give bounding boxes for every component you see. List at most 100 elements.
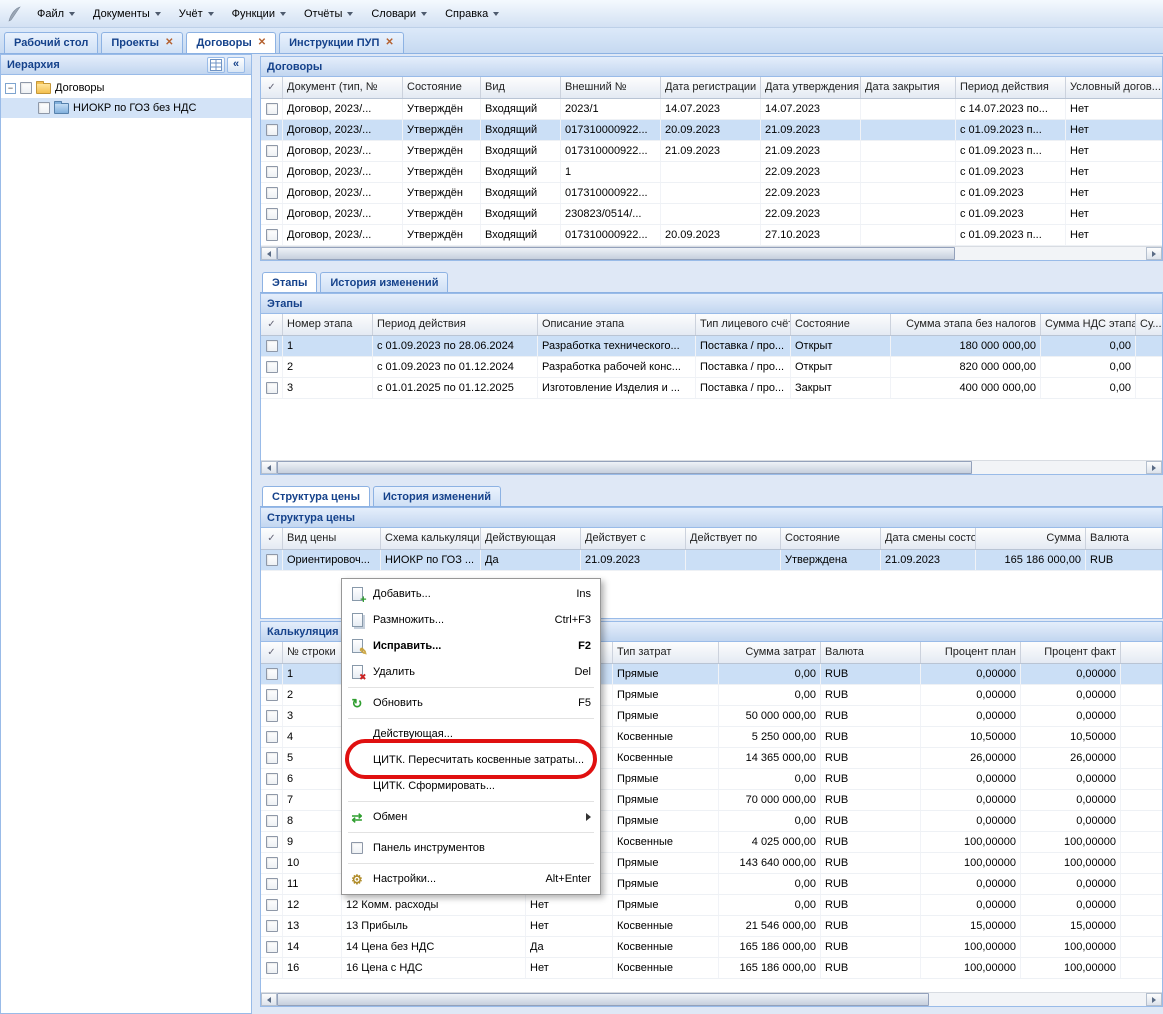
table-row[interactable]: 2с 01.09.2023 по 01.12.2024Разработка ра… — [261, 357, 1162, 378]
column-header[interactable]: Действующая — [481, 528, 581, 549]
row-checkbox[interactable] — [266, 340, 278, 352]
context-menu-item[interactable]: ЦИТК. Сформировать... — [342, 773, 600, 799]
tab[interactable]: Договоры✕ — [186, 32, 276, 53]
column-header[interactable]: Схема калькуляци — [381, 528, 481, 549]
row-checkbox[interactable] — [266, 166, 278, 178]
table-row[interactable]: Договор, 2023/...УтверждёнВходящий017310… — [261, 141, 1162, 162]
context-menu-item[interactable]: Действующая... — [342, 721, 600, 747]
column-header[interactable]: Су... — [1136, 314, 1162, 335]
tab[interactable]: История изменений — [320, 272, 448, 292]
context-menu-item[interactable]: Панель инструментов — [342, 835, 600, 861]
table-row[interactable]: 3с 01.01.2025 по 01.12.2025Изготовление … — [261, 378, 1162, 399]
tab-close-icon[interactable]: ✕ — [385, 38, 393, 48]
panel-splitter[interactable] — [252, 54, 260, 1014]
context-menu-item[interactable]: Исправить...F2 — [342, 633, 600, 659]
column-header[interactable]: Процент факт — [1021, 642, 1121, 663]
scrollbar-track[interactable] — [277, 461, 1146, 474]
table-row[interactable]: Договор, 2023/...УтверждёнВходящий2023/1… — [261, 99, 1162, 120]
row-checkbox[interactable] — [266, 208, 278, 220]
scrollbar-thumb[interactable] — [277, 247, 955, 260]
tab[interactable]: История изменений — [373, 486, 501, 506]
expander-minus-icon[interactable]: − — [5, 83, 16, 94]
context-menu-item[interactable]: Размножить...Ctrl+F3 — [342, 607, 600, 633]
row-checkbox[interactable] — [266, 554, 278, 566]
select-all-header[interactable]: ✓ — [261, 314, 283, 335]
menubar-item[interactable]: Словари — [362, 4, 436, 24]
scrollbar-track[interactable] — [277, 993, 1146, 1006]
table-row[interactable]: 1414 Цена без НДСДаКосвенные165 186 000,… — [261, 937, 1162, 958]
column-header[interactable]: Вид цены — [283, 528, 381, 549]
row-checkbox[interactable] — [266, 941, 278, 953]
tab[interactable]: Инструкции ПУП✕ — [279, 32, 404, 53]
column-header[interactable]: Номер этапа — [283, 314, 373, 335]
row-checkbox[interactable] — [266, 229, 278, 241]
row-checkbox[interactable] — [266, 361, 278, 373]
menubar-item[interactable]: Справка — [436, 4, 508, 24]
row-checkbox[interactable] — [266, 773, 278, 785]
table-row[interactable]: Договор, 2023/...УтверждёнВходящий017310… — [261, 183, 1162, 204]
collapse-panel-button[interactable]: « — [227, 57, 245, 73]
row-checkbox[interactable] — [266, 187, 278, 199]
table-row[interactable]: Договор, 2023/...УтверждёнВходящий017310… — [261, 120, 1162, 141]
grid-view-button[interactable] — [207, 57, 225, 73]
row-checkbox[interactable] — [266, 689, 278, 701]
column-header[interactable]: Состояние — [781, 528, 881, 549]
column-header[interactable]: Дата смены состоя — [881, 528, 976, 549]
column-header[interactable]: Валюта — [821, 642, 921, 663]
scrollbar-track[interactable] — [277, 247, 1146, 260]
column-header[interactable]: Сумма НДС этапа — [1041, 314, 1136, 335]
column-header[interactable]: Период действия — [956, 77, 1066, 98]
row-checkbox[interactable] — [266, 710, 278, 722]
row-checkbox[interactable] — [266, 124, 278, 136]
menubar-item[interactable]: Отчёты — [295, 4, 362, 24]
context-menu-item[interactable]: Добавить...Ins — [342, 581, 600, 607]
row-checkbox[interactable] — [266, 731, 278, 743]
column-header[interactable]: Описание этапа — [538, 314, 696, 335]
menubar-item[interactable]: Документы — [84, 4, 170, 24]
column-header[interactable]: Сумма затрат — [719, 642, 821, 663]
column-header[interactable]: Тип лицевого счёт — [696, 314, 791, 335]
context-menu-item[interactable]: ↻ОбновитьF5 — [342, 690, 600, 716]
scroll-right-button[interactable] — [1146, 461, 1162, 474]
row-checkbox[interactable] — [266, 962, 278, 974]
column-header[interactable]: Дата регистрации — [661, 77, 761, 98]
row-checkbox[interactable] — [266, 145, 278, 157]
column-header[interactable]: № строки — [283, 642, 342, 663]
select-all-header[interactable]: ✓ — [261, 642, 283, 663]
context-menu-item[interactable]: ⇄Обмен — [342, 804, 600, 830]
column-header[interactable]: Внешний № — [561, 77, 661, 98]
select-all-header[interactable]: ✓ — [261, 77, 283, 98]
table-row[interactable]: Договор, 2023/...УтверждёнВходящий230823… — [261, 204, 1162, 225]
tree-node[interactable]: −Договоры — [1, 78, 251, 98]
tab[interactable]: Проекты✕ — [101, 32, 183, 53]
column-header[interactable]: Состояние — [403, 77, 481, 98]
column-header[interactable]: Тип затрат — [613, 642, 719, 663]
row-checkbox[interactable] — [266, 857, 278, 869]
tab[interactable]: Рабочий стол — [4, 32, 98, 53]
table-row[interactable]: 1616 Цена с НДСНетКосвенные165 186 000,0… — [261, 958, 1162, 979]
scrollbar-thumb[interactable] — [277, 993, 929, 1006]
tree-checkbox[interactable] — [20, 82, 32, 94]
column-header[interactable]: Вид — [481, 77, 561, 98]
tab[interactable]: Этапы — [262, 272, 317, 292]
row-checkbox[interactable] — [266, 899, 278, 911]
column-header[interactable] — [1121, 642, 1162, 663]
scroll-left-button[interactable] — [261, 247, 277, 260]
context-menu-item[interactable]: ЦИТК. Пересчитать косвенные затраты... — [342, 747, 600, 773]
row-checkbox[interactable] — [266, 382, 278, 394]
scroll-right-button[interactable] — [1146, 993, 1162, 1006]
select-all-header[interactable]: ✓ — [261, 528, 283, 549]
table-row[interactable]: Договор, 2023/...УтверждёнВходящий122.09… — [261, 162, 1162, 183]
column-header[interactable]: Состояние — [791, 314, 891, 335]
row-checkbox[interactable] — [266, 878, 278, 890]
menubar-item[interactable]: Учёт — [170, 4, 223, 24]
row-checkbox[interactable] — [266, 752, 278, 764]
column-header[interactable]: Валюта — [1086, 528, 1162, 549]
table-row[interactable]: 1313 ПрибыльНетКосвенные21 546 000,00RUB… — [261, 916, 1162, 937]
scroll-left-button[interactable] — [261, 993, 277, 1006]
column-header[interactable]: Действует с — [581, 528, 686, 549]
stages-horizontal-scrollbar[interactable] — [261, 460, 1162, 474]
column-header[interactable]: Документ (тип, № — [283, 77, 403, 98]
column-header[interactable]: Сумма — [976, 528, 1086, 549]
calculation-horizontal-scrollbar[interactable] — [261, 992, 1162, 1006]
